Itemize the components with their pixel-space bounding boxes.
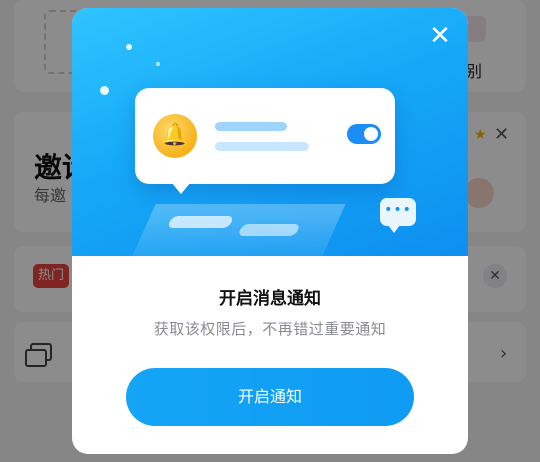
hero-illustration: 🔔 ••• ✕ <box>72 8 468 256</box>
sparkle-dot <box>100 86 109 95</box>
notification-permission-modal: 🔔 ••• ✕ 开启消息通知 获取该权限后，不再错过重要通知 开启通知 <box>72 8 468 454</box>
server-platform <box>132 204 346 256</box>
toggle-switch-illustration <box>347 124 381 144</box>
close-button[interactable]: ✕ <box>426 22 454 50</box>
bell-icon: 🔔 <box>153 114 197 158</box>
sparkle-dot <box>126 44 132 50</box>
modal-subtitle: 获取该权限后，不再错过重要通知 <box>153 320 387 338</box>
sparkle-dot <box>156 62 160 66</box>
platform-bar <box>237 224 301 236</box>
text-placeholder-line <box>215 142 309 151</box>
enable-notifications-button[interactable]: 开启通知 <box>126 368 414 426</box>
modal-title: 开启消息通知 <box>219 289 321 309</box>
text-placeholder-line <box>215 122 287 131</box>
notification-card-illustration: 🔔 <box>135 88 395 194</box>
platform-bar <box>166 216 235 228</box>
chat-bubble-icon: ••• <box>380 198 416 233</box>
